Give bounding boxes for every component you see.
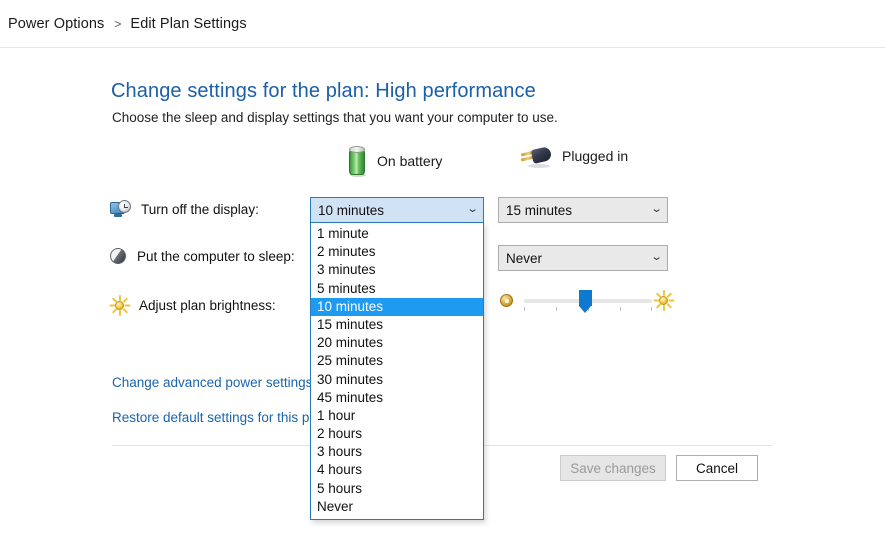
dropdown-option[interactable]: 2 minutes [311,243,483,261]
dropdown-option[interactable]: 25 minutes [311,352,483,370]
row-turn-off-display: Turn off the display: [110,200,259,219]
slider-thumb[interactable] [578,290,592,313]
combobox-turn-off-display-on-battery-value: 10 minutes [318,202,385,218]
dropdown-option[interactable]: 15 minutes [311,316,483,334]
dropdown-option[interactable]: 1 hour [311,407,483,425]
combobox-sleep-plugged-in-value: Never [506,250,543,266]
page-subtitle: Choose the sleep and display settings th… [112,110,558,125]
slider-plan-brightness-plugged-in[interactable] [498,288,675,318]
sleep-moon-icon [110,248,127,265]
column-header-plugged-in-label: Plugged in [562,148,629,164]
row-adjust-plan-brightness: Adjust plan brightness: [109,295,276,316]
combobox-turn-off-display-on-battery[interactable]: 10 minutes ⌄ [310,197,484,223]
column-header-on-battery-label: On battery [377,152,443,169]
dropdown-option[interactable]: 5 minutes [311,280,483,298]
link-change-advanced-power-settings[interactable]: Change advanced power settings [112,375,312,390]
row-put-computer-to-sleep: Put the computer to sleep: [110,248,295,265]
combobox-turn-off-display-plugged-in[interactable]: 15 minutes ⌄ [498,197,668,223]
brightness-sun-icon [109,295,131,316]
chevron-down-icon: ⌄ [466,202,479,215]
breadcrumb-bar: Power Options > Edit Plan Settings [0,0,885,48]
breadcrumb-item-edit-plan-settings[interactable]: Edit Plan Settings [130,16,246,32]
column-header-plugged-in: Plugged in [520,145,629,168]
row-turn-off-display-label: Turn off the display: [141,202,259,217]
dropdown-option[interactable]: 3 hours [311,443,483,461]
dropdown-option[interactable]: 10 minutes [311,297,483,316]
breadcrumb-item-power-options[interactable]: Power Options [8,16,104,32]
dropdown-option[interactable]: 1 minute [311,225,483,243]
dropdown-option[interactable]: 4 hours [311,461,483,479]
dropdown-option[interactable]: 2 hours [311,425,483,443]
dropdown-option[interactable]: Never [311,498,483,516]
battery-icon [348,145,367,177]
power-plug-icon [520,145,553,168]
cancel-button[interactable]: Cancel [676,455,758,481]
dropdown-option[interactable]: 45 minutes [311,389,483,407]
dropdown-list-turn-off-display-on-battery[interactable]: 1 minute 2 minutes 3 minutes 5 minutes 10 mi… [310,222,484,520]
settings-content: Change settings for the plan: High perfo… [0,48,885,540]
display-clock-icon [110,200,131,219]
link-restore-default-settings-clip: Restore default settings for this plan [112,409,310,427]
dropdown-option[interactable]: 3 minutes [311,261,483,279]
save-changes-button[interactable]: Save changes [560,455,666,481]
row-adjust-plan-brightness-label: Adjust plan brightness: [139,298,276,313]
chevron-down-icon: ⌄ [650,250,663,263]
combobox-sleep-plugged-in[interactable]: Never ⌄ [498,245,668,271]
combobox-turn-off-display-plugged-in-value: 15 minutes [506,202,573,218]
row-put-computer-to-sleep-label: Put the computer to sleep: [137,249,295,264]
link-restore-default-settings[interactable]: Restore default settings for this plan [112,410,310,425]
breadcrumb-separator-icon: > [114,16,122,31]
page-title: Change settings for the plan: High perfo… [111,80,536,102]
low-brightness-icon [500,294,513,307]
dropdown-option[interactable]: 20 minutes [311,334,483,352]
dropdown-option[interactable]: 30 minutes [311,371,483,389]
dropdown-option[interactable]: 5 hours [311,480,483,498]
chevron-down-icon: ⌄ [650,202,663,215]
column-header-on-battery: On battery [348,145,443,177]
high-brightness-icon [653,290,675,311]
